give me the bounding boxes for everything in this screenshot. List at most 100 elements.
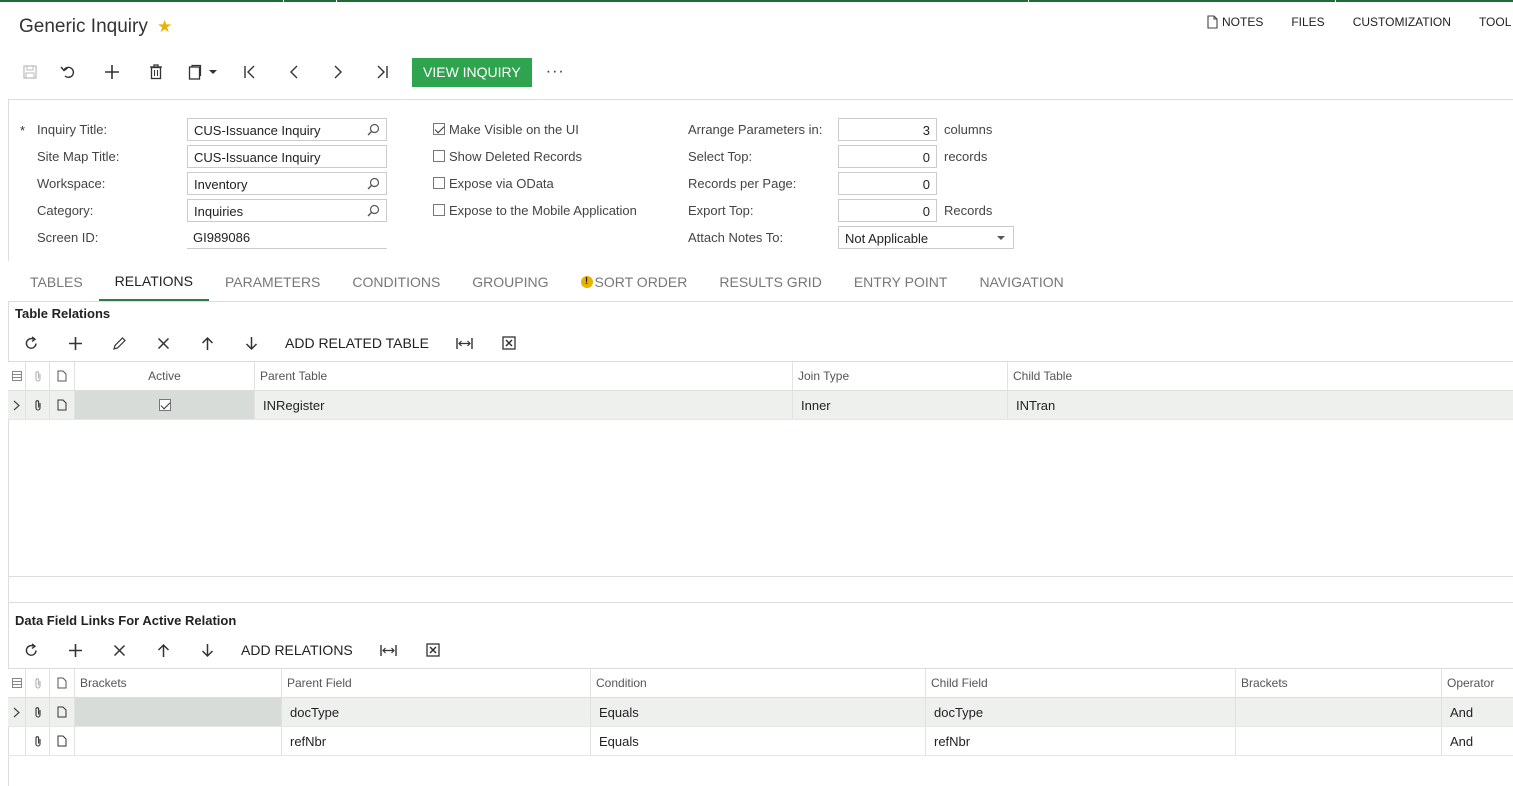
- tab-grouping[interactable]: GROUPING: [456, 262, 564, 302]
- child-table-cell[interactable]: INTran: [1007, 391, 1513, 419]
- records-per-page-field[interactable]: 0: [838, 172, 937, 195]
- add-row-button[interactable]: [53, 328, 97, 358]
- search-icon[interactable]: [367, 177, 380, 190]
- customization-link[interactable]: CUSTOMIZATION: [1353, 15, 1451, 29]
- expose-mobile-checkbox[interactable]: [433, 204, 445, 216]
- delete-row-button[interactable]: [141, 328, 185, 358]
- undo-button[interactable]: [46, 58, 90, 86]
- operator-column-header[interactable]: Operator: [1441, 669, 1513, 697]
- tab-results-grid[interactable]: RESULTS GRID: [703, 262, 837, 302]
- previous-record-button[interactable]: [272, 58, 316, 86]
- export-excel-button[interactable]: [411, 635, 455, 665]
- attachment-cell[interactable]: [25, 698, 49, 726]
- child-field-cell[interactable]: refNbr: [925, 727, 1235, 755]
- tools-link[interactable]: TOOL: [1479, 15, 1511, 29]
- files-link[interactable]: FILES: [1291, 15, 1324, 29]
- site-map-title-field[interactable]: CUS-Issuance Inquiry: [187, 145, 387, 168]
- parent-table-cell[interactable]: INRegister: [254, 391, 792, 419]
- tab-conditions[interactable]: CONDITIONS: [336, 262, 456, 302]
- main-toolbar: VIEW INQUIRY ···: [14, 57, 565, 87]
- parent-table-column-header[interactable]: Parent Table: [254, 362, 792, 390]
- join-type-cell[interactable]: Inner: [792, 391, 1007, 419]
- select-top-field[interactable]: 0: [838, 145, 937, 168]
- condition-cell[interactable]: Equals: [590, 727, 925, 755]
- search-icon[interactable]: [367, 204, 380, 217]
- edit-row-button[interactable]: [97, 328, 141, 358]
- make-visible-checkbox[interactable]: [433, 123, 445, 135]
- copy-paste-button[interactable]: [178, 58, 228, 86]
- condition-column-header[interactable]: Condition: [590, 669, 925, 697]
- brackets-close-cell[interactable]: [1235, 727, 1441, 755]
- next-record-button[interactable]: [316, 58, 360, 86]
- table-row[interactable]: docType Equals docType And: [8, 698, 1513, 727]
- workspace-field[interactable]: Inventory: [187, 172, 387, 195]
- table-row[interactable]: refNbr Equals refNbr And: [8, 727, 1513, 756]
- screen-id-field: GI989086: [187, 226, 387, 249]
- grid-splitter[interactable]: [8, 576, 1513, 577]
- note-cell[interactable]: [49, 727, 74, 755]
- inquiry-title-field[interactable]: CUS-Issuance Inquiry: [187, 118, 387, 141]
- move-down-button[interactable]: [185, 635, 229, 665]
- attach-notes-select[interactable]: Not Applicable: [838, 226, 1014, 249]
- row-expand-cell[interactable]: [8, 698, 25, 726]
- add-row-button[interactable]: [53, 635, 97, 665]
- more-actions-button[interactable]: ···: [546, 63, 565, 81]
- active-checkbox[interactable]: [158, 399, 171, 411]
- view-inquiry-button[interactable]: VIEW INQUIRY: [412, 57, 532, 87]
- first-record-button[interactable]: [228, 58, 272, 86]
- condition-cell[interactable]: Equals: [590, 698, 925, 726]
- move-down-button[interactable]: [229, 328, 273, 358]
- refresh-button[interactable]: [9, 635, 53, 665]
- operator-cell[interactable]: And: [1441, 727, 1513, 755]
- show-deleted-checkbox[interactable]: [433, 150, 445, 162]
- child-field-column-header[interactable]: Child Field: [925, 669, 1235, 697]
- active-cell[interactable]: [74, 391, 254, 419]
- brackets-close-column-header[interactable]: Brackets: [1235, 669, 1441, 697]
- last-record-button[interactable]: [360, 58, 404, 86]
- arrange-parameters-field[interactable]: 3: [838, 118, 937, 141]
- category-field[interactable]: Inquiries: [187, 199, 387, 222]
- expose-odata-checkbox[interactable]: [433, 177, 445, 189]
- tab-navigation[interactable]: NAVIGATION: [963, 262, 1079, 302]
- active-column-header[interactable]: Active: [74, 362, 254, 390]
- brackets-close-cell[interactable]: [1235, 698, 1441, 726]
- note-cell[interactable]: [49, 391, 74, 419]
- notes-link[interactable]: NOTES: [1207, 15, 1263, 29]
- brackets-open-column-header[interactable]: Brackets: [74, 669, 281, 697]
- attach-notes-label: Attach Notes To:: [688, 230, 784, 245]
- fit-columns-button[interactable]: [367, 635, 411, 665]
- tab-entry-point[interactable]: ENTRY POINT: [838, 262, 964, 302]
- delete-row-button[interactable]: [97, 635, 141, 665]
- parent-field-cell[interactable]: docType: [281, 698, 590, 726]
- add-related-table-button[interactable]: ADD RELATED TABLE: [273, 335, 443, 351]
- move-up-button[interactable]: [185, 328, 229, 358]
- child-field-cell[interactable]: docType: [925, 698, 1235, 726]
- child-table-column-header[interactable]: Child Table: [1007, 362, 1513, 390]
- fit-columns-button[interactable]: [443, 328, 487, 358]
- brackets-open-cell[interactable]: [74, 727, 281, 755]
- parent-field-column-header[interactable]: Parent Field: [281, 669, 590, 697]
- row-expand-cell[interactable]: [8, 391, 25, 419]
- favorite-star-icon[interactable]: ★: [157, 17, 172, 37]
- brackets-open-cell[interactable]: [74, 698, 281, 726]
- attachment-cell[interactable]: [25, 391, 49, 419]
- save-button[interactable]: [14, 58, 46, 86]
- parent-field-cell[interactable]: refNbr: [281, 727, 590, 755]
- delete-button[interactable]: [134, 58, 178, 86]
- refresh-button[interactable]: [9, 328, 53, 358]
- export-top-field[interactable]: 0: [838, 199, 937, 222]
- note-cell[interactable]: [49, 698, 74, 726]
- tab-tables[interactable]: TABLES: [14, 262, 99, 302]
- table-row[interactable]: INRegister Inner INTran: [8, 391, 1513, 420]
- attachment-cell[interactable]: [25, 727, 49, 755]
- tab-sort-order[interactable]: ! SORT ORDER: [565, 262, 704, 302]
- add-relations-button[interactable]: ADD RELATIONS: [229, 642, 367, 658]
- export-excel-button[interactable]: [487, 328, 531, 358]
- tab-parameters[interactable]: PARAMETERS: [209, 262, 336, 302]
- search-icon[interactable]: [367, 123, 380, 136]
- tab-relations[interactable]: RELATIONS: [98, 262, 209, 302]
- join-type-column-header[interactable]: Join Type: [792, 362, 1007, 390]
- add-button[interactable]: [90, 58, 134, 86]
- operator-cell[interactable]: And: [1441, 698, 1513, 726]
- move-up-button[interactable]: [141, 635, 185, 665]
